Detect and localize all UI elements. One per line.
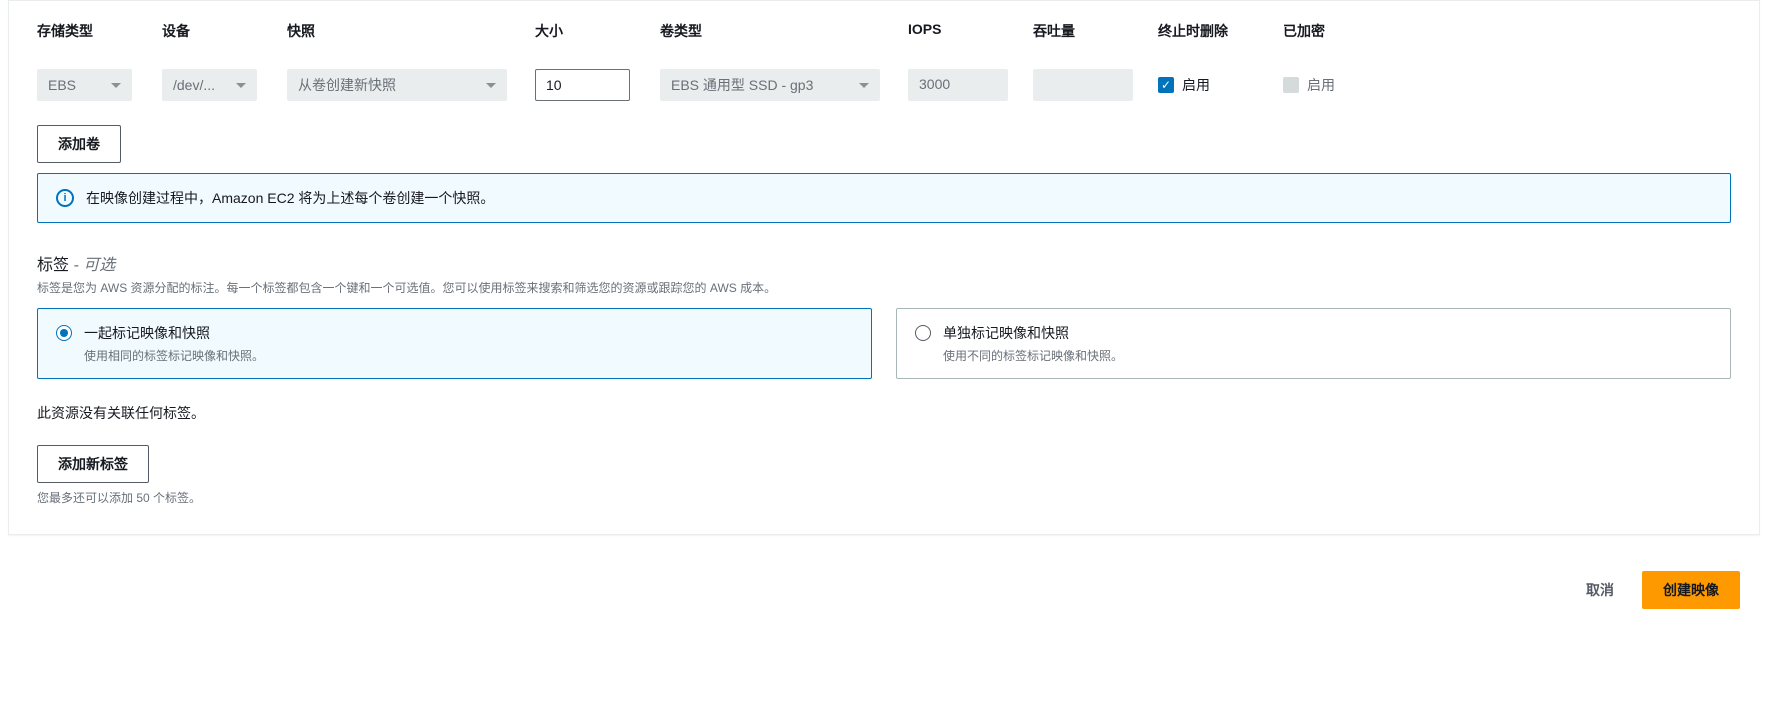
checkbox-disabled-icon (1283, 77, 1299, 93)
volumes-table-header: 存储类型 设备 快照 大小 卷类型 IOPS 吞吐量 终止时删除 已加密 (37, 21, 1731, 41)
volume-row: EBS /dev/... 从卷创建新快照 EBS 通用型 SSD - gp3 (37, 69, 1731, 101)
size-input[interactable] (535, 69, 630, 101)
storage-type-value: EBS (48, 77, 76, 93)
radio-separate-title: 单独标记映像和快照 (943, 323, 1123, 343)
tags-description: 标签是您为 AWS 资源分配的标注。每一个标签都包含一个键和一个可选值。您可以使… (37, 279, 1731, 296)
col-snapshot: 快照 (287, 21, 535, 41)
radio-together-desc: 使用相同的标签标记映像和快照。 (84, 347, 264, 364)
volume-type-select: EBS 通用型 SSD - gp3 (660, 69, 880, 101)
radio-together-title: 一起标记映像和快照 (84, 323, 264, 343)
info-icon: i (56, 189, 74, 207)
radio-unselected-icon (915, 325, 931, 341)
col-encrypted: 已加密 (1283, 21, 1408, 41)
col-delete-on-termination: 终止时删除 (1158, 21, 1283, 41)
caret-down-icon (859, 83, 869, 88)
radio-tag-together[interactable]: 一起标记映像和快照 使用相同的标签标记映像和快照。 (37, 308, 872, 379)
col-size: 大小 (535, 21, 660, 41)
create-image-button[interactable]: 创建映像 (1642, 571, 1740, 609)
device-select: /dev/... (162, 69, 257, 101)
volumes-panel: 存储类型 设备 快照 大小 卷类型 IOPS 吞吐量 终止时删除 已加密 EBS… (8, 0, 1760, 535)
cancel-button[interactable]: 取消 (1574, 572, 1626, 608)
info-message: 在映像创建过程中，Amazon EC2 将为上述每个卷创建一个快照。 (86, 188, 494, 208)
footer-actions: 取消 创建映像 (0, 555, 1768, 629)
delete-on-termination-checkbox[interactable]: ✓ 启用 (1158, 75, 1273, 95)
col-iops: IOPS (908, 21, 1033, 41)
throughput-input (1033, 69, 1133, 101)
tag-mode-radio-group: 一起标记映像和快照 使用相同的标签标记映像和快照。 单独标记映像和快照 使用不同… (37, 308, 1731, 379)
iops-input: 3000 (908, 69, 1008, 101)
tag-limit-message: 您最多还可以添加 50 个标签。 (37, 489, 1731, 506)
radio-separate-desc: 使用不同的标签标记映像和快照。 (943, 347, 1123, 364)
storage-type-select: EBS (37, 69, 132, 101)
info-alert: i 在映像创建过程中，Amazon EC2 将为上述每个卷创建一个快照。 (37, 173, 1731, 223)
tags-optional: - 可选 (73, 257, 115, 274)
tags-title-row: 标签 - 可选 (37, 251, 1731, 275)
checkbox-checked-icon: ✓ (1158, 77, 1174, 93)
radio-selected-icon (56, 325, 72, 341)
device-value: /dev/... (173, 77, 215, 93)
col-throughput: 吞吐量 (1033, 21, 1158, 41)
no-tags-message: 此资源没有关联任何标签。 (37, 403, 1731, 423)
caret-down-icon (236, 83, 246, 88)
caret-down-icon (111, 83, 121, 88)
add-volume-button[interactable]: 添加卷 (37, 125, 121, 163)
volume-type-value: EBS 通用型 SSD - gp3 (671, 75, 813, 95)
add-tag-button[interactable]: 添加新标签 (37, 445, 149, 483)
tags-section: 标签 - 可选 标签是您为 AWS 资源分配的标注。每一个标签都包含一个键和一个… (37, 251, 1731, 506)
tags-title: 标签 (37, 257, 69, 274)
col-volume-type: 卷类型 (660, 21, 908, 41)
encrypted-checkbox: 启用 (1283, 75, 1398, 95)
iops-value: 3000 (919, 76, 950, 92)
delete-on-termination-label: 启用 (1182, 75, 1210, 95)
checkmark-icon: ✓ (1161, 79, 1171, 91)
radio-tag-separate[interactable]: 单独标记映像和快照 使用不同的标签标记映像和快照。 (896, 308, 1731, 379)
col-device: 设备 (162, 21, 287, 41)
encrypted-label: 启用 (1307, 75, 1335, 95)
snapshot-select: 从卷创建新快照 (287, 69, 507, 101)
snapshot-value: 从卷创建新快照 (298, 75, 396, 95)
caret-down-icon (486, 83, 496, 88)
col-storage-type: 存储类型 (37, 21, 162, 41)
